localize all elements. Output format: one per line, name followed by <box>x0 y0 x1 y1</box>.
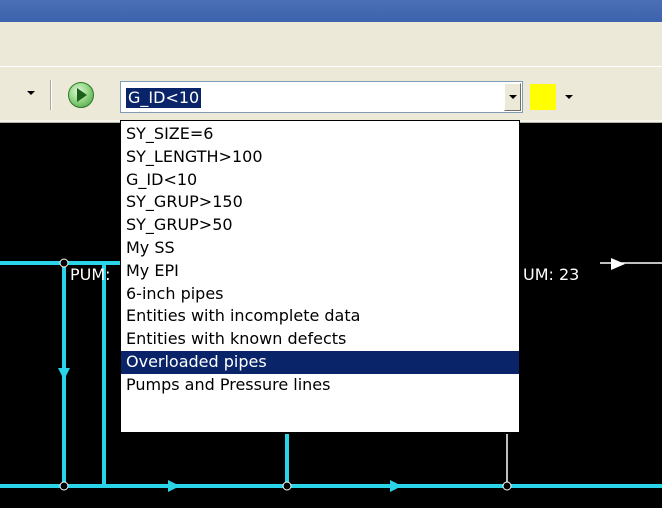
node-marker <box>59 481 69 491</box>
query-option[interactable]: Pumps and Pressure lines <box>121 374 519 397</box>
node-marker <box>59 258 69 268</box>
query-option[interactable]: SY_GRUP>150 <box>121 191 519 214</box>
query-combobox-value[interactable]: G_ID<10 <box>126 88 202 108</box>
flow-arrow-icon <box>58 368 70 380</box>
node-marker <box>502 481 512 491</box>
query-options: SY_SIZE=6 SY_LENGTH>100 G_ID<10 SY_GRUP>150… <box>121 121 519 397</box>
play-icon <box>77 88 87 102</box>
flow-arrow-icon <box>168 480 180 492</box>
query-option[interactable]: 6-inch pipes <box>121 283 519 306</box>
chevron-down-icon <box>509 95 517 99</box>
node-marker <box>282 481 292 491</box>
query-option[interactable]: SY_LENGTH>100 <box>121 146 519 169</box>
query-option[interactable]: SY_GRUP>50 <box>121 214 519 237</box>
query-option[interactable]: My SS <box>121 237 519 260</box>
menu-bar <box>0 22 662 66</box>
run-query-button[interactable] <box>66 82 98 112</box>
query-combobox[interactable]: G_ID<10 <box>120 81 523 113</box>
query-dropdown-list[interactable]: SY_SIZE=6 SY_LENGTH>100 G_ID<10 SY_GRUP>150… <box>120 120 520 433</box>
toolbar-divider <box>50 80 52 110</box>
flow-arrow-icon <box>390 480 402 492</box>
query-option[interactable]: Entities with known defects <box>121 328 519 351</box>
toolbar-dropdown-arrow-icon[interactable] <box>27 91 35 95</box>
query-combobox-dropdown-button[interactable] <box>504 83 521 111</box>
highlight-color-button[interactable] <box>530 84 556 110</box>
query-option[interactable]: G_ID<10 <box>121 169 519 192</box>
query-option[interactable]: Overloaded pipes <box>121 350 519 374</box>
flow-arrow-icon <box>611 258 625 270</box>
query-option[interactable]: SY_SIZE=6 <box>121 123 519 146</box>
color-dropdown-arrow-icon[interactable] <box>565 95 573 99</box>
query-option[interactable]: Entities with incomplete data <box>121 305 519 328</box>
query-option[interactable]: My EPI <box>121 260 519 283</box>
window-title-bar <box>0 0 662 22</box>
pump-label-left: PUM: <box>70 265 111 284</box>
pump-label-right: UM: 23 <box>523 265 580 284</box>
